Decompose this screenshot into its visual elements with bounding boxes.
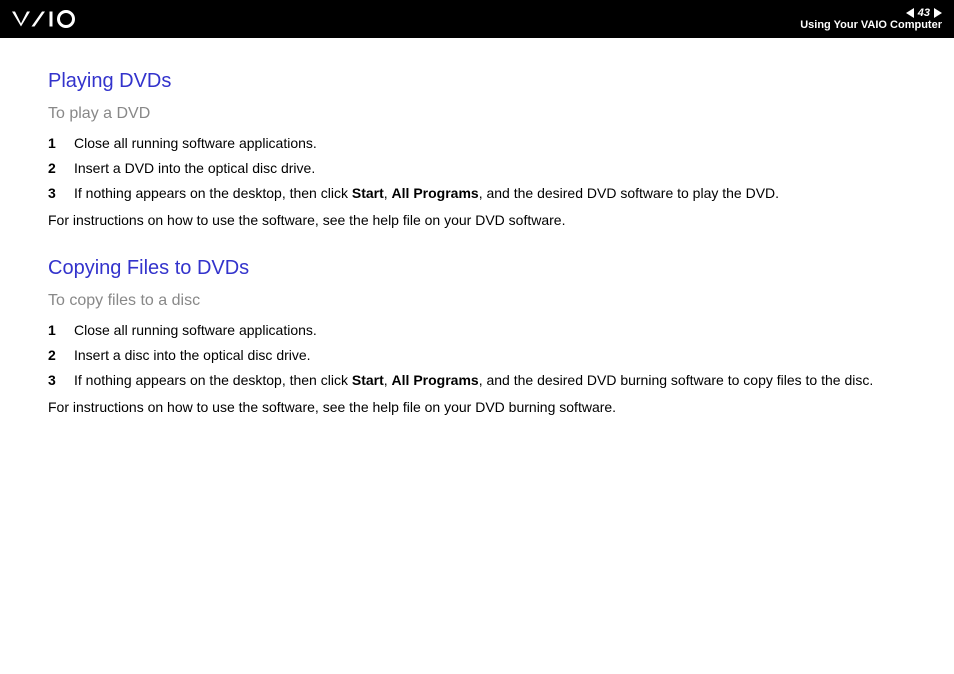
step-item: 1 Close all running software application…: [48, 320, 906, 341]
step-item: 2 Insert a disc into the optical disc dr…: [48, 345, 906, 366]
step-item: 3 If nothing appears on the desktop, the…: [48, 183, 906, 204]
step-item: 3 If nothing appears on the desktop, the…: [48, 370, 906, 391]
note-copy-files: For instructions on how to use the softw…: [48, 397, 906, 418]
step-text: Insert a DVD into the optical disc drive…: [74, 158, 906, 179]
header-right: 43 Using Your VAIO Computer: [800, 7, 942, 31]
step-number: 3: [48, 183, 74, 204]
steps-copy-files: 1 Close all running software application…: [48, 320, 906, 391]
step-text-bold: Start: [352, 185, 384, 201]
prev-page-icon[interactable]: [906, 8, 914, 18]
step-text: If nothing appears on the desktop, then …: [74, 183, 906, 204]
section-playing-dvds: Playing DVDs To play a DVD 1 Close all r…: [48, 70, 906, 231]
subheading-to-play-dvd: To play a DVD: [48, 105, 906, 123]
step-item: 2 Insert a DVD into the optical disc dri…: [48, 158, 906, 179]
page-content: Playing DVDs To play a DVD 1 Close all r…: [0, 38, 954, 418]
page-number: 43: [918, 7, 930, 19]
step-text-bold: All Programs: [392, 185, 479, 201]
step-text: Insert a disc into the optical disc driv…: [74, 345, 906, 366]
step-text-part: If nothing appears on the desktop, then …: [74, 185, 352, 201]
section-copying-dvds: Copying Files to DVDs To copy files to a…: [48, 257, 906, 418]
heading-playing-dvds: Playing DVDs: [48, 70, 906, 93]
step-text-bold: Start: [352, 372, 384, 388]
step-number: 2: [48, 158, 74, 179]
step-item: 1 Close all running software application…: [48, 133, 906, 154]
header-bar: 43 Using Your VAIO Computer: [0, 0, 954, 38]
step-number: 3: [48, 370, 74, 391]
step-text-part: ,: [384, 372, 392, 388]
step-text-part: , and the desired DVD software to play t…: [479, 185, 779, 201]
step-text-part: , and the desired DVD burning software t…: [479, 372, 874, 388]
step-text-part: ,: [384, 185, 392, 201]
step-text-bold: All Programs: [392, 372, 479, 388]
subheading-to-copy-files: To copy files to a disc: [48, 292, 906, 310]
heading-copying-dvds: Copying Files to DVDs: [48, 257, 906, 280]
step-number: 1: [48, 320, 74, 341]
note-play-dvd: For instructions on how to use the softw…: [48, 210, 906, 231]
page-nav: 43: [906, 7, 942, 19]
step-text: Close all running software applications.: [74, 133, 906, 154]
step-text: If nothing appears on the desktop, then …: [74, 370, 906, 391]
next-page-icon[interactable]: [934, 8, 942, 18]
step-text: Close all running software applications.: [74, 320, 906, 341]
step-text-part: If nothing appears on the desktop, then …: [74, 372, 352, 388]
header-section-title: Using Your VAIO Computer: [800, 19, 942, 31]
steps-play-dvd: 1 Close all running software application…: [48, 133, 906, 204]
vaio-logo: [12, 10, 102, 28]
step-number: 1: [48, 133, 74, 154]
step-number: 2: [48, 345, 74, 366]
